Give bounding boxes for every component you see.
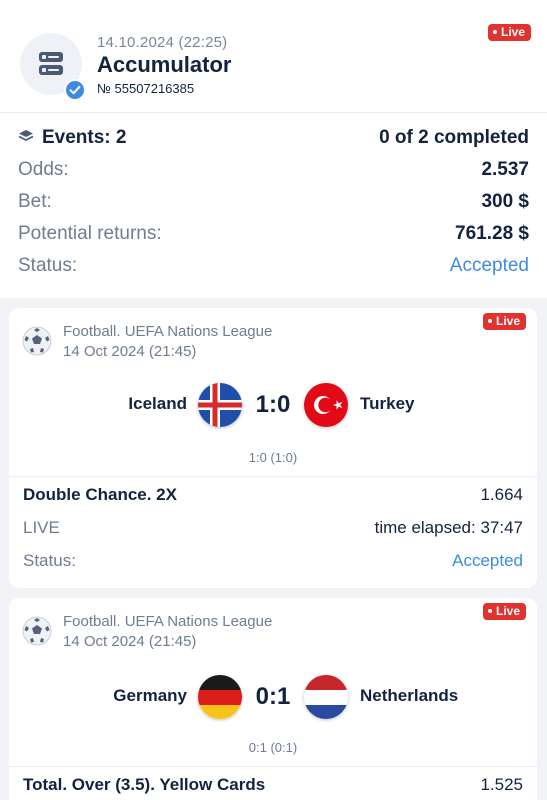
event-status-label: Status: [23,551,76,570]
team-home: Iceland [128,394,187,413]
bet-header: 14.10.2024 (22:25) Accumulator № 5550721… [0,0,547,112]
bet-number: № 55507216385 [97,81,195,96]
bet-row: Bet: 300 $ [18,191,529,217]
events-count: Events: 2 [42,127,127,148]
event-date: 14 Oct 2024 (21:45) [63,633,197,650]
events-row: Events: 2 0 of 2 completed [18,127,529,153]
live-dot-icon [488,608,492,613]
status-label: Status: [18,255,78,276]
live-badge: Live [488,24,532,41]
live-label: LIVE [23,518,60,537]
half-time-score: 0:1 (0:1) [248,740,298,755]
status-row: Status: Accepted [18,255,529,281]
half-time-score: 1:0 (1:0) [248,450,298,465]
returns-value: 761.28 $ [455,223,529,244]
football-icon [22,616,52,646]
status-value: Accepted [449,255,529,276]
verified-check-icon [64,79,86,101]
odds-label: Odds: [18,159,69,180]
team-away: Turkey [360,394,415,413]
market-odds: 1.664 [480,485,523,504]
time-elapsed: time elapsed: 37:47 [374,518,523,537]
odds-row: Odds: 2.537 [18,159,529,185]
match-score: 0:1 [255,683,291,710]
card-divider [9,766,537,767]
bet-date: 14.10.2024 (22:25) [97,34,228,51]
turkey-flag-icon [304,383,348,427]
returns-label: Potential returns: [18,223,162,244]
returns-row: Potential returns: 761.28 $ [18,223,529,249]
live-dot-icon [488,318,492,323]
bet-avatar [20,33,86,101]
accumulator-doc-icon [39,52,63,75]
team-home: Germany [113,686,187,705]
market-name: Total. Over (3.5). Yellow Cards [23,775,266,794]
bet-label: Bet: [18,191,52,212]
card-divider [9,476,537,477]
football-icon [22,326,52,356]
live-dot-icon [493,29,497,34]
iceland-flag-icon [198,383,242,427]
match-score: 1:0 [255,391,291,418]
event-league: Football. UEFA Nations League [63,613,273,630]
live-badge: Live [483,313,527,330]
completed-count: 0 of 2 completed [379,127,529,148]
event-card[interactable]: Football. UEFA Nations League 14 Oct 202… [9,598,537,800]
event-date: 14 Oct 2024 (21:45) [63,343,197,360]
event-status-value: Accepted [452,551,523,570]
event-card[interactable]: Football. UEFA Nations League 14 Oct 202… [9,308,537,588]
germany-flag-icon [198,675,242,719]
bet-summary: Events: 2 0 of 2 completed Odds: 2.537 B… [0,112,547,298]
bet-type-title: Accumulator [97,52,232,77]
bet-value: 300 $ [481,191,529,212]
odds-value: 2.537 [481,159,529,180]
team-away: Netherlands [360,686,459,705]
event-league: Football. UEFA Nations League [63,323,273,340]
layers-icon [18,129,34,141]
live-badge: Live [483,603,527,620]
market-odds: 1.525 [480,775,523,794]
market-name: Double Chance. 2X [23,485,177,504]
netherlands-flag-icon [304,675,348,719]
